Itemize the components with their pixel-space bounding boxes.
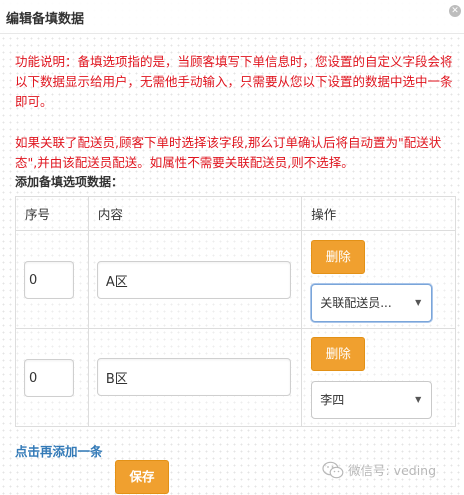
wechat-watermark: 微信号: veding <box>322 460 436 479</box>
courier-select[interactable]: 李四 ▼ <box>311 381 433 419</box>
courier-select[interactable]: 关联配送员... ▼ <box>311 284 433 322</box>
chevron-down-icon: ▼ <box>415 395 422 404</box>
content-cell <box>87 230 303 329</box>
dialog-title: 编辑备填数据 <box>6 12 85 27</box>
courier-select-value: 李四 <box>320 393 345 407</box>
table-row: 删除 关联配送员... ▼ <box>15 230 456 329</box>
column-header-content: 内容 <box>87 196 303 231</box>
options-table: 序号 内容 操作 删除 关联配送员... ▼ <box>15 196 456 427</box>
courier-notice: 如果关联了配送员,顾客下单时选择该字段,那么订单确认后将自动置为"配送状态",并… <box>15 135 442 170</box>
table-header-row: 序号 内容 操作 <box>15 196 456 231</box>
no-cell <box>15 328 89 427</box>
operation-cell: 删除 关联配送员... ▼ <box>301 230 456 329</box>
column-header-no: 序号 <box>15 196 89 231</box>
content-cell <box>87 328 303 427</box>
save-button[interactable]: 保存 <box>115 460 169 494</box>
close-icon[interactable]: ✕ <box>449 5 461 17</box>
no-cell <box>15 230 89 329</box>
content-input[interactable] <box>96 358 291 396</box>
operation-cell: 删除 李四 ▼ <box>301 328 456 427</box>
watermark-text: 微信号: veding <box>348 463 437 478</box>
content-input[interactable] <box>96 261 291 299</box>
delete-button[interactable]: 删除 <box>311 240 366 274</box>
chevron-down-icon: ▼ <box>415 298 422 307</box>
section-label: 添加备填选项数据： <box>15 175 124 189</box>
column-header-operation: 操作 <box>301 196 456 231</box>
sequence-input[interactable] <box>24 261 74 299</box>
delete-button[interactable]: 删除 <box>311 337 366 371</box>
dialog-header: 编辑备填数据 ✕ <box>0 0 464 34</box>
courier-select-value: 关联配送员... <box>320 296 392 310</box>
add-another-link[interactable]: 点击再添加一条 <box>15 441 103 460</box>
function-description: 功能说明：备填选项指的是，当顾客填写下单信息时，您设置的自定义字段会将以下数据显… <box>15 54 453 109</box>
wechat-icon <box>322 461 344 478</box>
sequence-input[interactable] <box>24 359 74 397</box>
table-row: 删除 李四 ▼ <box>15 328 456 427</box>
